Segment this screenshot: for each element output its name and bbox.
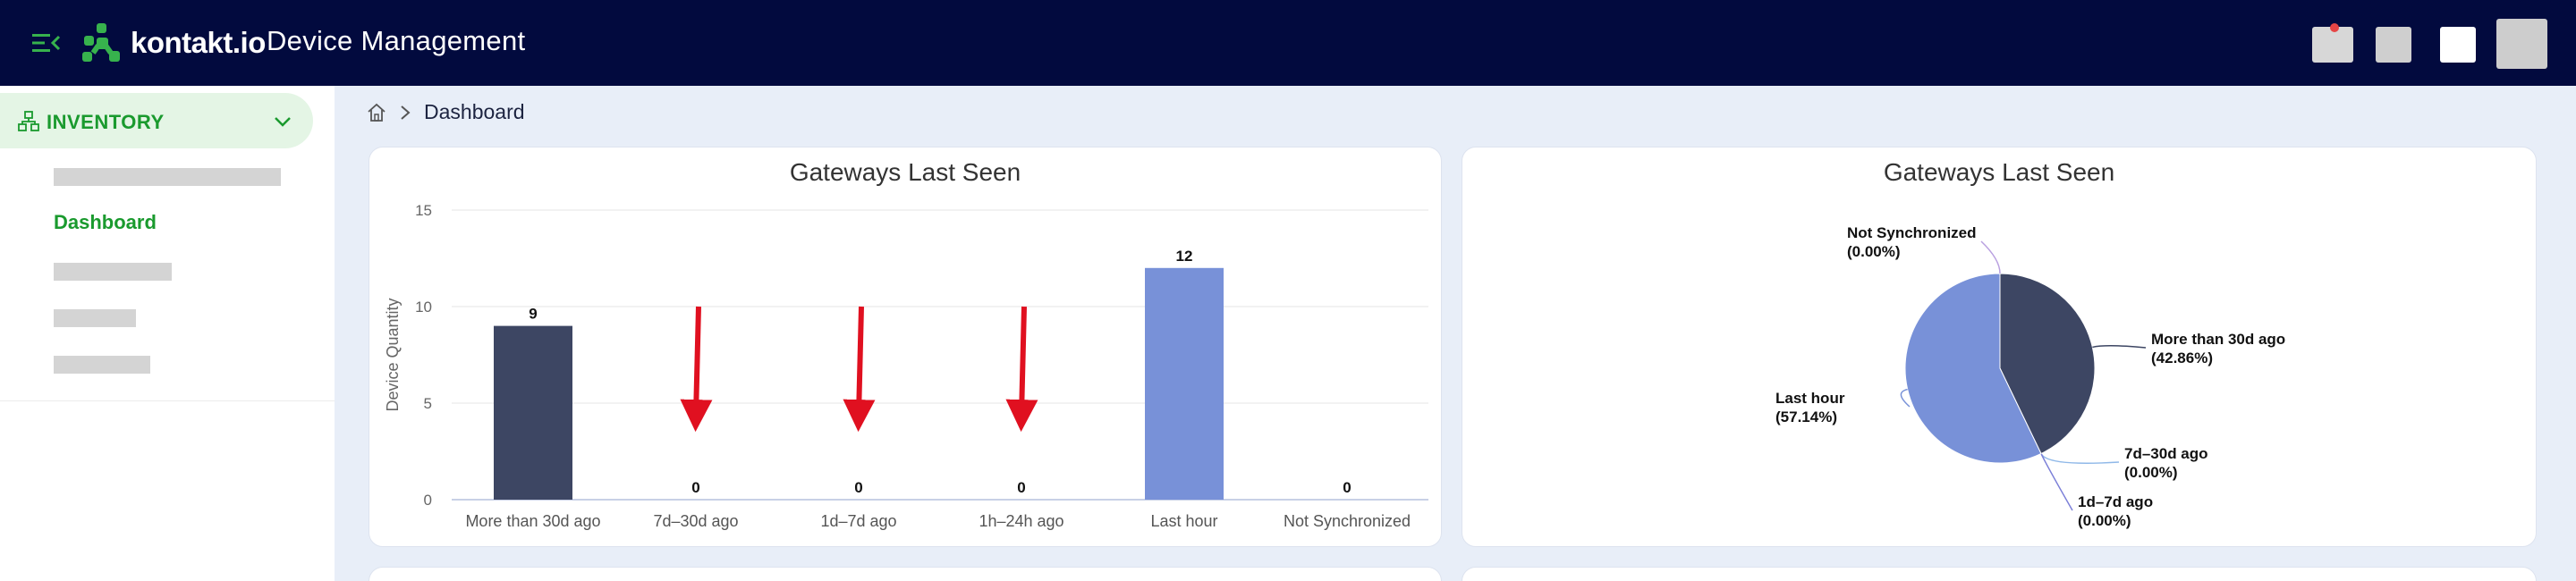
bar-data-label: 0 xyxy=(854,479,862,496)
pie-chart: More than 30d ago(42.86%) 7d–30d ago (0.00… xyxy=(1775,224,2285,529)
pie-percent-label: (0.00%) xyxy=(1847,243,1901,260)
pie-percent-label: (0.00%) xyxy=(2078,512,2131,529)
inventory-icon xyxy=(18,111,39,131)
annotation-arrow xyxy=(1005,306,1038,433)
bar-chart: 0 5 10 15 Device Quantity 9 More than 30d ago 0… xyxy=(384,202,1428,530)
bar xyxy=(494,325,572,500)
annotation-arrow xyxy=(843,306,876,433)
x-tick-label: Last hour xyxy=(1150,512,1217,530)
pie-connector xyxy=(1980,240,2001,274)
pie-percent-label: (0.00%) xyxy=(2124,464,2178,481)
sidebar-divider xyxy=(0,400,335,401)
notifications-button[interactable] xyxy=(2312,23,2353,63)
top-header: kontakt.io Device Management xyxy=(0,0,2576,86)
pie-percent-label: (42.86%) xyxy=(2151,349,2213,366)
kontakt-logo xyxy=(82,23,120,62)
y-tick-label: 15 xyxy=(415,202,432,219)
pie-percent-label: (57.14%) xyxy=(1775,408,1837,425)
brand-logo[interactable]: kontakt.io xyxy=(80,21,266,64)
sidebar-item-placeholder[interactable] xyxy=(54,309,136,327)
menu-collapse-icon[interactable] xyxy=(32,30,61,55)
chevron-down-icon[interactable] xyxy=(272,111,293,132)
x-tick-label: 1d–7d ago xyxy=(820,512,896,530)
app-title: Device Management xyxy=(267,25,526,56)
sidebar-item-placeholder[interactable] xyxy=(54,168,281,186)
y-axis-label: Device Quantity xyxy=(384,298,402,411)
dashboard-card xyxy=(1462,567,2537,581)
sidebar-item-dashboard[interactable]: Dashboard xyxy=(54,211,157,234)
sidebar-section-inventory[interactable]: INVENTORY xyxy=(0,93,313,148)
x-tick-label: 7d–30d ago xyxy=(653,512,738,530)
pie-connector xyxy=(2092,345,2147,349)
bar-data-label: 0 xyxy=(691,479,699,496)
logo-text: kontakt.io xyxy=(131,26,266,59)
bar-data-label: 0 xyxy=(1017,479,1025,496)
bar-data-label: 9 xyxy=(529,306,537,323)
x-tick-label: More than 30d ago xyxy=(465,512,600,530)
y-tick-label: 5 xyxy=(424,395,432,412)
pie-connector xyxy=(2040,453,2120,464)
x-tick-label: Not Synchronized xyxy=(1284,512,1411,530)
home-icon[interactable] xyxy=(367,103,386,122)
sidebar-item-placeholder[interactable] xyxy=(54,356,150,374)
dashboard-card xyxy=(369,567,1442,581)
pie-chart-card: Gateways Last Seen More than 30d ago (42.… xyxy=(1462,147,2537,547)
sidebar-section-label: INVENTORY xyxy=(47,111,165,133)
pie-label: Last hour xyxy=(1775,390,1845,407)
notification-badge xyxy=(2330,23,2339,32)
pie-label: 7d–30d ago xyxy=(2124,445,2208,462)
y-tick-label: 0 xyxy=(424,492,432,509)
pie-label: Not Synchronized xyxy=(1847,224,1977,241)
y-tick-label: 10 xyxy=(415,299,432,316)
header-action-button[interactable] xyxy=(2440,27,2476,63)
pie-label: More than 30d ago xyxy=(2151,331,2285,348)
bar xyxy=(1145,267,1224,500)
user-avatar[interactable] xyxy=(2496,19,2547,69)
bar-data-label: 12 xyxy=(1176,248,1193,265)
breadcrumb-current: Dashboard xyxy=(424,100,525,123)
bar-chart-card: Gateways Last Seen 0 5 10 15 Device Quantity… xyxy=(369,147,1442,547)
sidebar: INVENTORY Dashboard xyxy=(0,86,335,581)
sidebar-item-placeholder[interactable] xyxy=(54,263,172,281)
x-tick-label: 1h–24h ago xyxy=(979,512,1063,530)
pie-label: 1d–7d ago xyxy=(2078,493,2153,510)
bar-data-label: 0 xyxy=(1343,479,1351,496)
annotation-arrow xyxy=(680,306,713,433)
chevron-right-icon xyxy=(401,105,411,120)
breadcrumb: Dashboard xyxy=(367,100,525,124)
header-action-button[interactable] xyxy=(2376,27,2411,63)
